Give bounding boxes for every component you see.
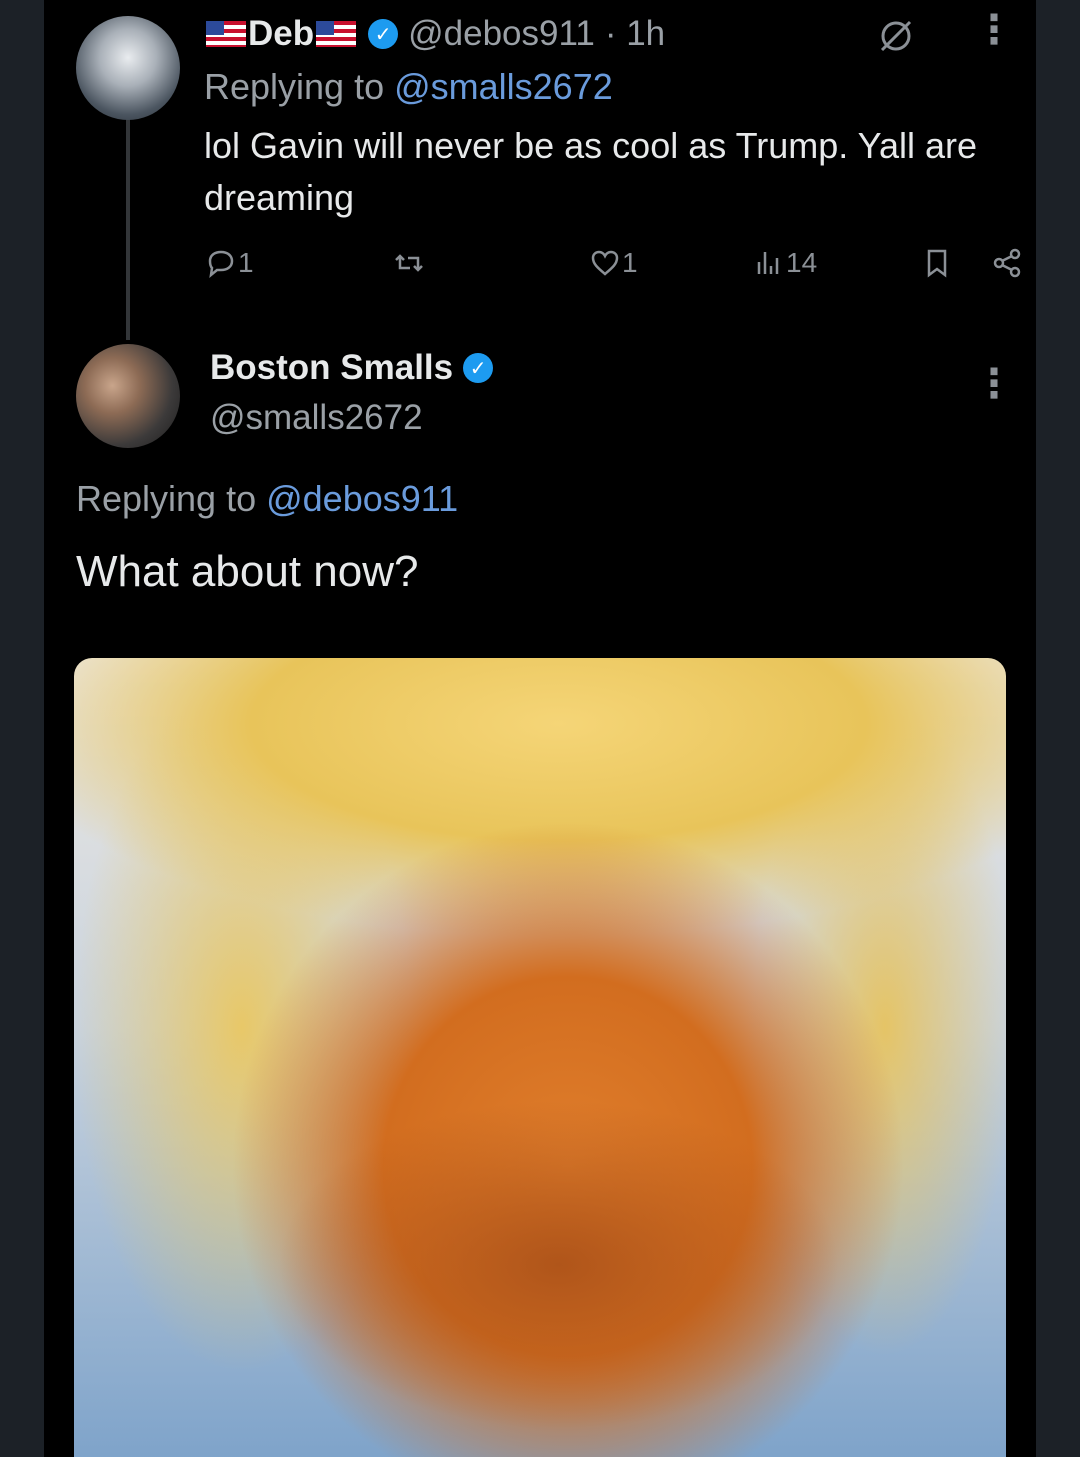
parent-tweet-text: lol Gavin will never be as cool as Trump… — [204, 125, 978, 218]
repost-icon — [395, 254, 423, 272]
like-icon — [591, 250, 619, 276]
reply-count: 1 — [238, 247, 254, 278]
share-icon — [993, 248, 1021, 278]
reply-handle[interactable]: @smalls2672 — [210, 398, 423, 438]
parent-avatar[interactable] — [76, 16, 180, 120]
parent-timestamp[interactable]: · 1h — [605, 14, 665, 54]
repost-action[interactable] — [392, 246, 426, 280]
reply-action[interactable]: 1 — [204, 246, 254, 280]
grok-icon[interactable] — [874, 14, 918, 58]
reply-more-icon[interactable]: ⋮ — [974, 364, 1014, 404]
replying-label: Replying to — [76, 478, 257, 519]
share-action[interactable] — [990, 246, 1024, 280]
parent-action-bar: 1 1 14 — [204, 246, 1034, 290]
bookmark-action[interactable] — [920, 246, 954, 280]
like-count: 1 — [622, 247, 638, 278]
us-flag-icon — [316, 21, 357, 47]
replying-label: Replying to — [204, 66, 385, 107]
reply-replying-to: Replying to @debos911 — [76, 478, 458, 520]
parent-header: Deb ✓ @debos911 · 1h — [204, 14, 665, 54]
reply-header: Boston Smalls ✓ — [210, 348, 503, 388]
reply-handle-row: @smalls2672 — [210, 398, 423, 438]
reply-avatar[interactable] — [76, 344, 180, 448]
replying-mention[interactable]: @smalls2672 — [394, 66, 613, 108]
tweet-media-image[interactable] — [74, 658, 1006, 1457]
verified-badge-icon: ✓ — [463, 353, 494, 383]
views-action[interactable]: 14 — [752, 246, 817, 280]
verified-badge-icon: ✓ — [368, 19, 399, 49]
replying-mention[interactable]: @debos911 — [266, 478, 458, 520]
bookmark-icon — [927, 249, 947, 278]
reply-display-name[interactable]: Boston Smalls — [210, 348, 453, 388]
thread-connector-line — [126, 118, 130, 340]
parent-handle[interactable]: @debos911 — [408, 14, 595, 54]
parent-replying-to: Replying to @smalls2672 — [204, 66, 613, 108]
thread-card: Deb ✓ @debos911 · 1h ⋮ Replying to @smal… — [44, 0, 1036, 1457]
views-count: 14 — [786, 247, 818, 278]
parent-more-icon[interactable]: ⋮ — [974, 10, 1014, 50]
reply-tweet-text: What about now? — [76, 547, 419, 596]
reply-icon — [208, 250, 234, 279]
parent-display-name[interactable]: Deb — [248, 14, 314, 54]
us-flag-icon — [206, 21, 246, 47]
views-icon — [757, 252, 779, 274]
like-action[interactable]: 1 — [588, 246, 638, 280]
